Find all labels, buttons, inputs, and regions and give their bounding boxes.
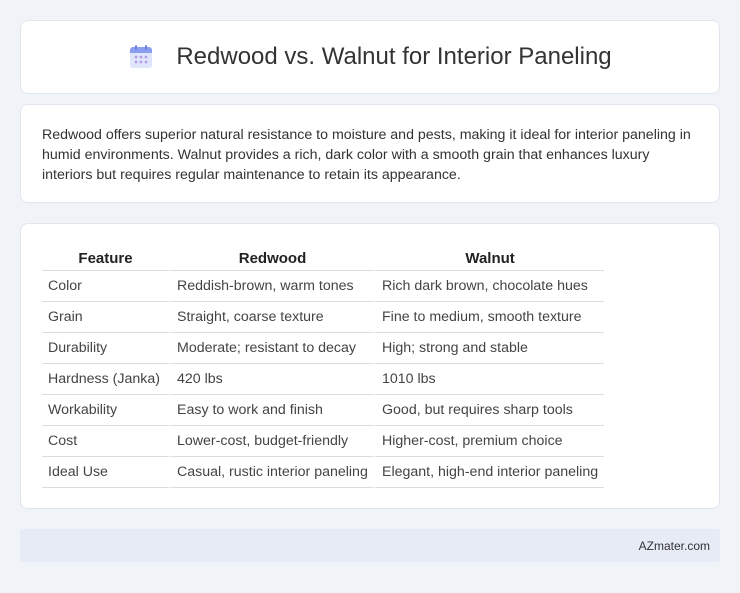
table-row: Workability Easy to work and finish Good… <box>42 395 605 426</box>
walnut-cell: Higher-cost, premium choice <box>374 426 605 457</box>
footer-site-name: AZmater.com <box>638 538 710 553</box>
feature-cell: Hardness (Janka) <box>42 364 169 395</box>
title-card: Redwood vs. Walnut for Interior Paneling <box>20 20 720 94</box>
footer-bar: AZmater.com <box>20 529 720 562</box>
page-title: Redwood vs. Walnut for Interior Paneling <box>176 43 612 70</box>
redwood-cell: Moderate; resistant to decay <box>169 333 374 364</box>
table-row: Grain Straight, coarse texture Fine to m… <box>42 302 605 333</box>
column-header-redwood: Redwood <box>169 244 374 271</box>
table-header-row: Feature Redwood Walnut <box>42 244 605 271</box>
walnut-cell: Fine to medium, smooth texture <box>374 302 605 333</box>
walnut-cell: 1010 lbs <box>374 364 605 395</box>
table-row: Ideal Use Casual, rustic interior paneli… <box>42 457 605 488</box>
table-row: Color Reddish-brown, warm tones Rich dar… <box>42 271 605 302</box>
redwood-cell: Straight, coarse texture <box>169 302 374 333</box>
feature-cell: Color <box>42 271 169 302</box>
calendar-icon <box>130 45 153 68</box>
title-wrap: Redwood vs. Walnut for Interior Paneling <box>128 43 612 71</box>
table-row: Cost Lower-cost, budget-friendly Higher-… <box>42 426 605 457</box>
redwood-cell: Reddish-brown, warm tones <box>169 271 374 302</box>
redwood-cell: Easy to work and finish <box>169 395 374 426</box>
redwood-cell: Casual, rustic interior paneling <box>169 457 374 488</box>
feature-cell: Grain <box>42 302 169 333</box>
walnut-cell: Good, but requires sharp tools <box>374 395 605 426</box>
redwood-cell: 420 lbs <box>169 364 374 395</box>
feature-cell: Workability <box>42 395 169 426</box>
comparison-table: Feature Redwood Walnut Color Reddish-bro… <box>42 244 605 488</box>
column-header-feature: Feature <box>42 244 169 271</box>
table-row: Hardness (Janka) 420 lbs 1010 lbs <box>42 364 605 395</box>
intro-paragraph: Redwood offers superior natural resistan… <box>42 127 691 183</box>
comparison-table-card: Feature Redwood Walnut Color Reddish-bro… <box>20 223 720 509</box>
feature-cell: Durability <box>42 333 169 364</box>
column-header-walnut: Walnut <box>374 244 605 271</box>
intro-card: Redwood offers superior natural resistan… <box>20 104 720 203</box>
redwood-cell: Lower-cost, budget-friendly <box>169 426 374 457</box>
walnut-cell: Rich dark brown, chocolate hues <box>374 271 605 302</box>
table-row: Durability Moderate; resistant to decay … <box>42 333 605 364</box>
walnut-cell: Elegant, high-end interior paneling <box>374 457 605 488</box>
feature-cell: Ideal Use <box>42 457 169 488</box>
walnut-cell: High; strong and stable <box>374 333 605 364</box>
feature-cell: Cost <box>42 426 169 457</box>
